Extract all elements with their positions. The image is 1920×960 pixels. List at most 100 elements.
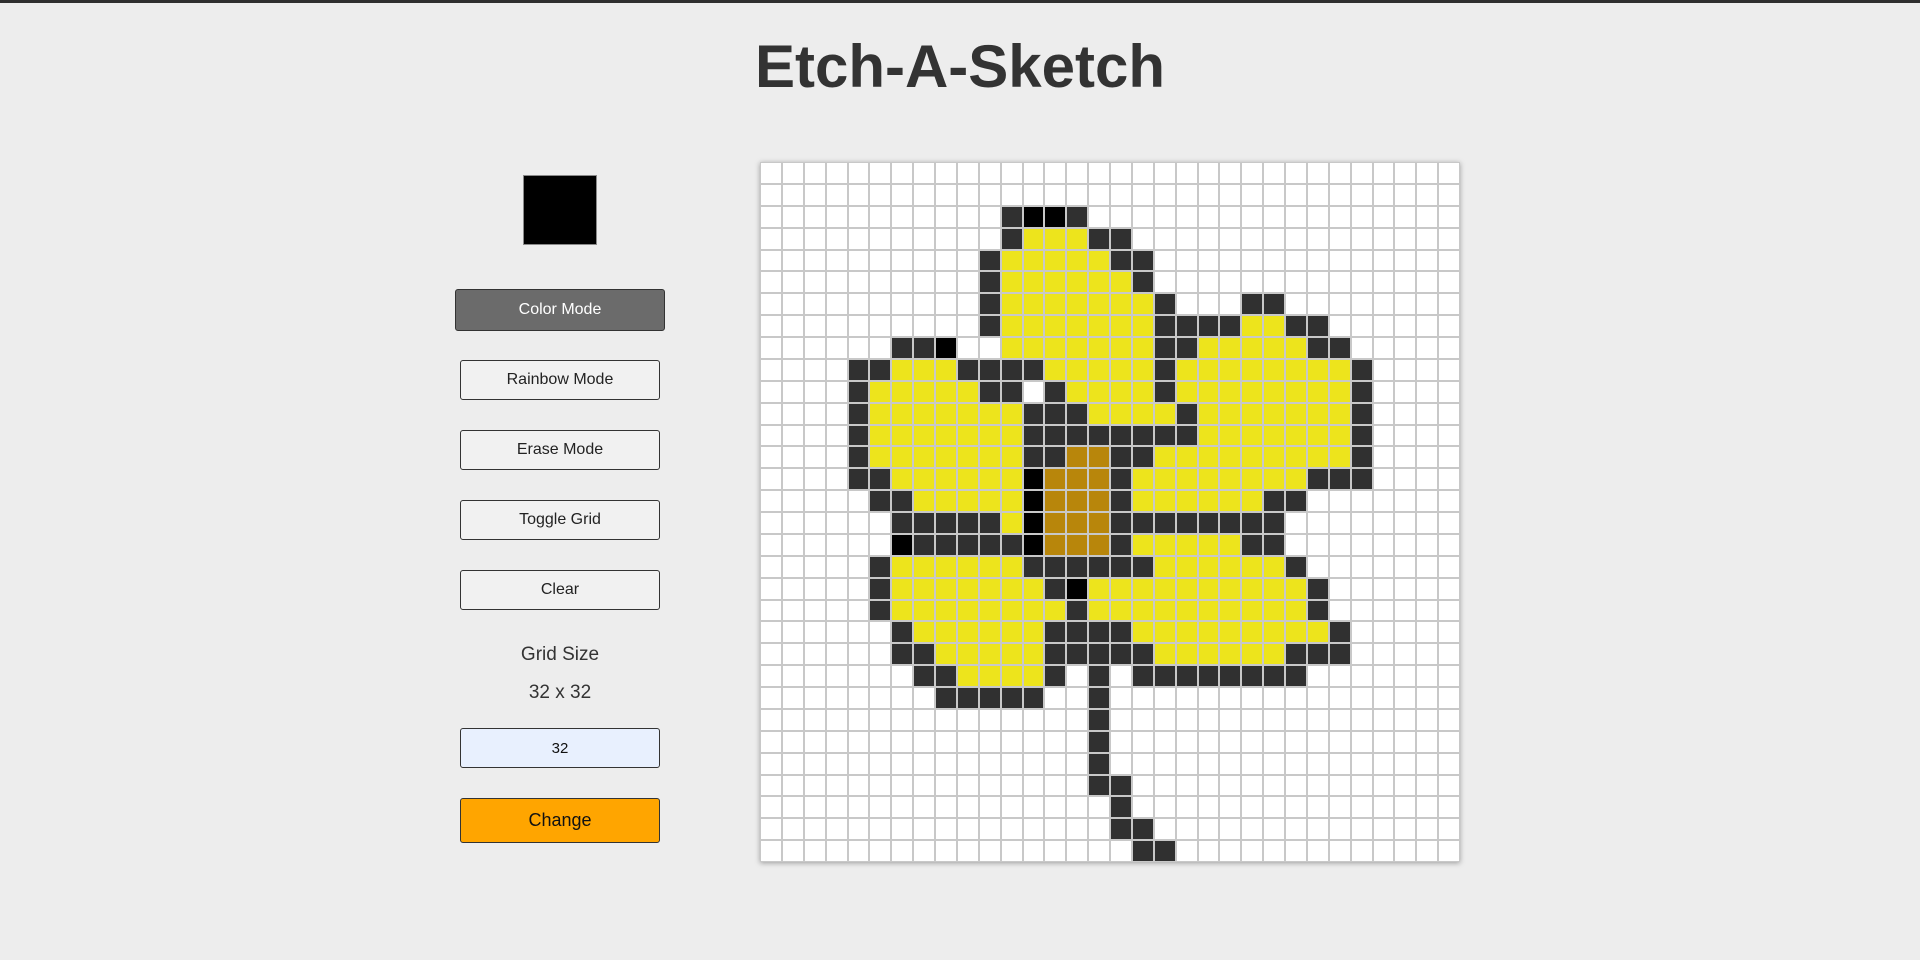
grid-cell[interactable]: [1088, 752, 1110, 775]
grid-cell[interactable]: [825, 818, 848, 841]
grid-cell[interactable]: [869, 555, 892, 578]
grid-cell[interactable]: [760, 577, 782, 600]
grid-cell[interactable]: [1263, 708, 1285, 731]
grid-cell[interactable]: [1350, 818, 1373, 841]
grid-cell[interactable]: [1000, 315, 1023, 337]
grid-cell[interactable]: [1066, 183, 1089, 206]
grid-cell[interactable]: [1372, 512, 1395, 534]
grid-cell[interactable]: [1416, 490, 1439, 512]
grid-cell[interactable]: [760, 818, 782, 841]
grid-cell[interactable]: [913, 730, 935, 753]
grid-cell[interactable]: [1219, 249, 1242, 272]
grid-cell[interactable]: [1044, 818, 1067, 841]
grid-cell[interactable]: [1153, 599, 1176, 622]
grid-cell[interactable]: [1328, 665, 1351, 687]
grid-cell[interactable]: [803, 446, 826, 469]
grid-cell[interactable]: [1088, 227, 1110, 250]
grid-cell[interactable]: [1153, 708, 1176, 731]
grid-cell[interactable]: [1131, 818, 1154, 841]
grid-cell[interactable]: [1197, 818, 1220, 841]
grid-cell[interactable]: [1066, 337, 1089, 359]
grid-cell[interactable]: [1153, 183, 1176, 206]
grid-cell[interactable]: [1153, 533, 1176, 556]
grid-cell[interactable]: [1350, 205, 1373, 228]
grid-cell[interactable]: [1000, 227, 1023, 250]
grid-cell[interactable]: [1263, 840, 1285, 862]
grid-cell[interactable]: [1438, 227, 1460, 250]
grid-cell[interactable]: [1372, 424, 1395, 447]
grid-cell[interactable]: [891, 665, 914, 687]
grid-cell[interactable]: [1022, 840, 1045, 862]
grid-cell[interactable]: [1241, 708, 1264, 731]
grid-cell[interactable]: [1438, 730, 1460, 753]
grid-cell[interactable]: [1197, 796, 1220, 819]
grid-cell[interactable]: [1416, 424, 1439, 447]
grid-cell[interactable]: [891, 708, 914, 731]
grid-cell[interactable]: [1131, 227, 1154, 250]
grid-cell[interactable]: [1241, 446, 1264, 469]
grid-cell[interactable]: [935, 599, 957, 622]
grid-cell[interactable]: [825, 687, 848, 709]
grid-cell[interactable]: [1416, 533, 1439, 556]
grid-cell[interactable]: [1022, 337, 1045, 359]
grid-cell[interactable]: [956, 468, 979, 491]
grid-cell[interactable]: [1372, 774, 1395, 797]
grid-cell[interactable]: [1022, 227, 1045, 250]
grid-cell[interactable]: [978, 665, 1001, 687]
grid-cell[interactable]: [1394, 643, 1417, 666]
grid-cell[interactable]: [1175, 183, 1198, 206]
grid-cell[interactable]: [1088, 796, 1110, 819]
grid-cell[interactable]: [1285, 687, 1307, 709]
grid-cell[interactable]: [1219, 730, 1242, 753]
grid-cell[interactable]: [1328, 183, 1351, 206]
grid-cell[interactable]: [1372, 621, 1395, 644]
grid-cell[interactable]: [935, 293, 957, 316]
grid-cell[interactable]: [1306, 205, 1329, 228]
grid-cell[interactable]: [1000, 577, 1023, 600]
grid-cell[interactable]: [760, 293, 782, 316]
grid-cell[interactable]: [935, 643, 957, 666]
grid-cell[interactable]: [1438, 577, 1460, 600]
grid-cell[interactable]: [1088, 337, 1110, 359]
grid-cell[interactable]: [1306, 687, 1329, 709]
grid-cell[interactable]: [760, 337, 782, 359]
grid-cell[interactable]: [1438, 446, 1460, 469]
grid-cell[interactable]: [978, 621, 1001, 644]
grid-cell[interactable]: [1219, 380, 1242, 403]
grid-cell[interactable]: [1131, 599, 1154, 622]
grid-cell[interactable]: [1022, 446, 1045, 469]
grid-cell[interactable]: [1416, 818, 1439, 841]
grid-cell[interactable]: [1110, 774, 1132, 797]
grid-cell[interactable]: [1372, 337, 1395, 359]
grid-cell[interactable]: [1394, 315, 1417, 337]
grid-cell[interactable]: [1131, 577, 1154, 600]
grid-cell[interactable]: [825, 752, 848, 775]
grid-cell[interactable]: [803, 687, 826, 709]
grid-cell[interactable]: [935, 774, 957, 797]
grid-cell[interactable]: [1328, 293, 1351, 316]
grid-cell[interactable]: [781, 512, 804, 534]
grid-cell[interactable]: [1416, 752, 1439, 775]
grid-cell[interactable]: [847, 446, 870, 469]
grid-cell[interactable]: [1066, 840, 1089, 862]
grid-cell[interactable]: [1000, 818, 1023, 841]
grid-cell[interactable]: [1000, 162, 1023, 184]
grid-cell[interactable]: [869, 337, 892, 359]
grid-cell[interactable]: [1241, 183, 1264, 206]
grid-cell[interactable]: [825, 424, 848, 447]
grid-cell[interactable]: [781, 796, 804, 819]
grid-cell[interactable]: [956, 490, 979, 512]
grid-cell[interactable]: [803, 533, 826, 556]
grid-cell[interactable]: [935, 227, 957, 250]
grid-cell[interactable]: [1394, 687, 1417, 709]
grid-cell[interactable]: [1175, 358, 1198, 381]
grid-cell[interactable]: [1416, 315, 1439, 337]
grid-cell[interactable]: [869, 818, 892, 841]
grid-cell[interactable]: [1153, 796, 1176, 819]
grid-cell[interactable]: [913, 555, 935, 578]
grid-cell[interactable]: [1066, 774, 1089, 797]
grid-cell[interactable]: [1328, 337, 1351, 359]
grid-cell[interactable]: [1153, 818, 1176, 841]
grid-cell[interactable]: [978, 271, 1001, 294]
grid-cell[interactable]: [1175, 205, 1198, 228]
